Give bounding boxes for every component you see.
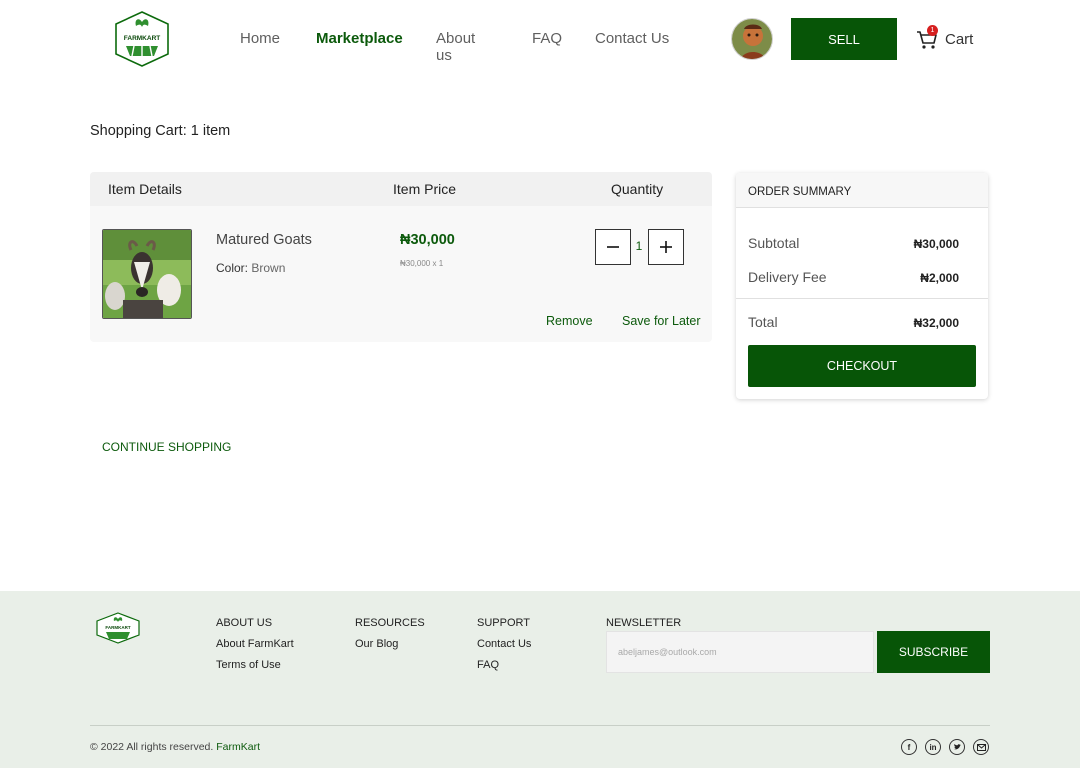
order-summary-title: ORDER SUMMARY	[748, 186, 852, 198]
minus-icon	[607, 246, 619, 248]
total-value: ₦32,000	[913, 316, 959, 330]
subtotal-label: Subtotal	[748, 235, 800, 251]
footer-about-heading: ABOUT US	[216, 617, 273, 629]
item-thumbnail[interactable]	[102, 229, 192, 319]
total-label: Total	[748, 314, 778, 330]
footer-logo[interactable]: FARMKART	[95, 612, 141, 644]
social-links: f in	[901, 739, 997, 755]
delivery-fee-label: Delivery Fee	[748, 269, 827, 285]
delivery-fee-value: ₦2,000	[920, 271, 959, 285]
footer-support-heading: SUPPORT	[477, 617, 530, 629]
nav-home[interactable]: Home	[240, 30, 280, 47]
svg-text:FARMKART: FARMKART	[124, 35, 160, 42]
copyright-brand-link[interactable]: FarmKart	[216, 741, 260, 753]
footer-about-column: ABOUT US About FarmKart Terms of Use	[216, 617, 294, 680]
page-title: Shopping Cart: 1 item	[90, 123, 231, 139]
checkout-button[interactable]: CHECKOUT	[748, 345, 976, 387]
item-color: Color: Brown	[216, 261, 285, 275]
footer-link-about-farmkart[interactable]: About FarmKart	[216, 638, 294, 650]
quantity-decrease-button[interactable]	[595, 229, 631, 265]
column-item-price: Item Price	[393, 181, 457, 197]
item-name[interactable]: Matured Goats	[216, 232, 312, 248]
cart-link[interactable]: 1 Cart	[915, 25, 974, 51]
subscribe-button[interactable]: SUBSCRIBE	[877, 631, 990, 673]
item-price-breakdown: ₦30,000 x 1	[400, 259, 444, 268]
sell-button[interactable]: SELL	[791, 18, 897, 60]
quantity-value: 1	[635, 239, 643, 253]
nav-about-us[interactable]: About us	[436, 30, 475, 64]
twitter-icon[interactable]	[949, 739, 965, 755]
delivery-fee-row: Delivery Fee ₦2,000	[748, 269, 959, 285]
quantity-increase-button[interactable]	[648, 229, 684, 265]
newsletter-email-input[interactable]	[606, 631, 874, 673]
footer-link-contact[interactable]: Contact Us	[477, 638, 531, 650]
footer-support-column: SUPPORT Contact Us FAQ	[477, 617, 531, 680]
footer-resources-column: RESOURCES Our Blog	[355, 617, 425, 659]
footer-link-faq[interactable]: FAQ	[477, 659, 531, 671]
footer-resources-heading: RESOURCES	[355, 617, 425, 629]
column-quantity: Quantity	[611, 181, 664, 197]
continue-shopping-link[interactable]: CONTINUE SHOPPING	[102, 440, 231, 454]
summary-divider	[736, 298, 988, 299]
cart-count-badge: 1	[927, 25, 938, 36]
linkedin-icon[interactable]: in	[925, 739, 941, 755]
user-avatar[interactable]	[731, 18, 773, 60]
column-item-details: Item Details	[108, 181, 182, 197]
nav-faq[interactable]: FAQ	[532, 30, 562, 47]
footer-link-blog[interactable]: Our Blog	[355, 638, 425, 650]
farmkart-logo[interactable]: FARMKART	[112, 10, 172, 68]
mail-icon[interactable]	[973, 739, 989, 755]
newsletter-heading: NEWSLETTER	[606, 617, 682, 629]
item-color-value: Brown	[251, 261, 286, 275]
plus-icon	[660, 241, 672, 253]
cart-label: Cart	[945, 30, 974, 48]
site-header: FARMKART Home Marketplace About us FAQ C…	[0, 0, 1080, 80]
facebook-icon[interactable]: f	[901, 739, 917, 755]
cart-table-header: Item Details Item Price Quantity	[90, 172, 712, 206]
order-summary-header: ORDER SUMMARY	[736, 173, 988, 208]
item-price: ₦30,000	[400, 232, 455, 248]
copyright: © 2022 All rights reserved. FarmKart	[90, 741, 260, 753]
order-summary: ORDER SUMMARY Subtotal ₦30,000 Delivery …	[736, 173, 988, 399]
total-row: Total ₦32,000	[748, 314, 959, 330]
item-color-label: Color:	[216, 261, 249, 275]
cart-table: Item Details Item Price Quantity Matured…	[90, 172, 712, 342]
nav-marketplace[interactable]: Marketplace	[316, 30, 403, 47]
subtotal-value: ₦30,000	[913, 237, 959, 251]
footer-divider	[90, 725, 990, 726]
svg-text:FARMKART: FARMKART	[105, 625, 130, 630]
save-for-later-link[interactable]: Save for Later	[622, 314, 701, 328]
cart-icon: 1	[915, 25, 939, 51]
remove-item-link[interactable]: Remove	[546, 314, 593, 328]
site-footer: FARMKART ABOUT US About FarmKart Terms o…	[0, 591, 1080, 768]
nav-contact-us[interactable]: Contact Us	[595, 30, 669, 47]
subtotal-row: Subtotal ₦30,000	[748, 235, 959, 251]
footer-link-terms[interactable]: Terms of Use	[216, 659, 294, 671]
copyright-text: © 2022 All rights reserved.	[90, 741, 214, 753]
